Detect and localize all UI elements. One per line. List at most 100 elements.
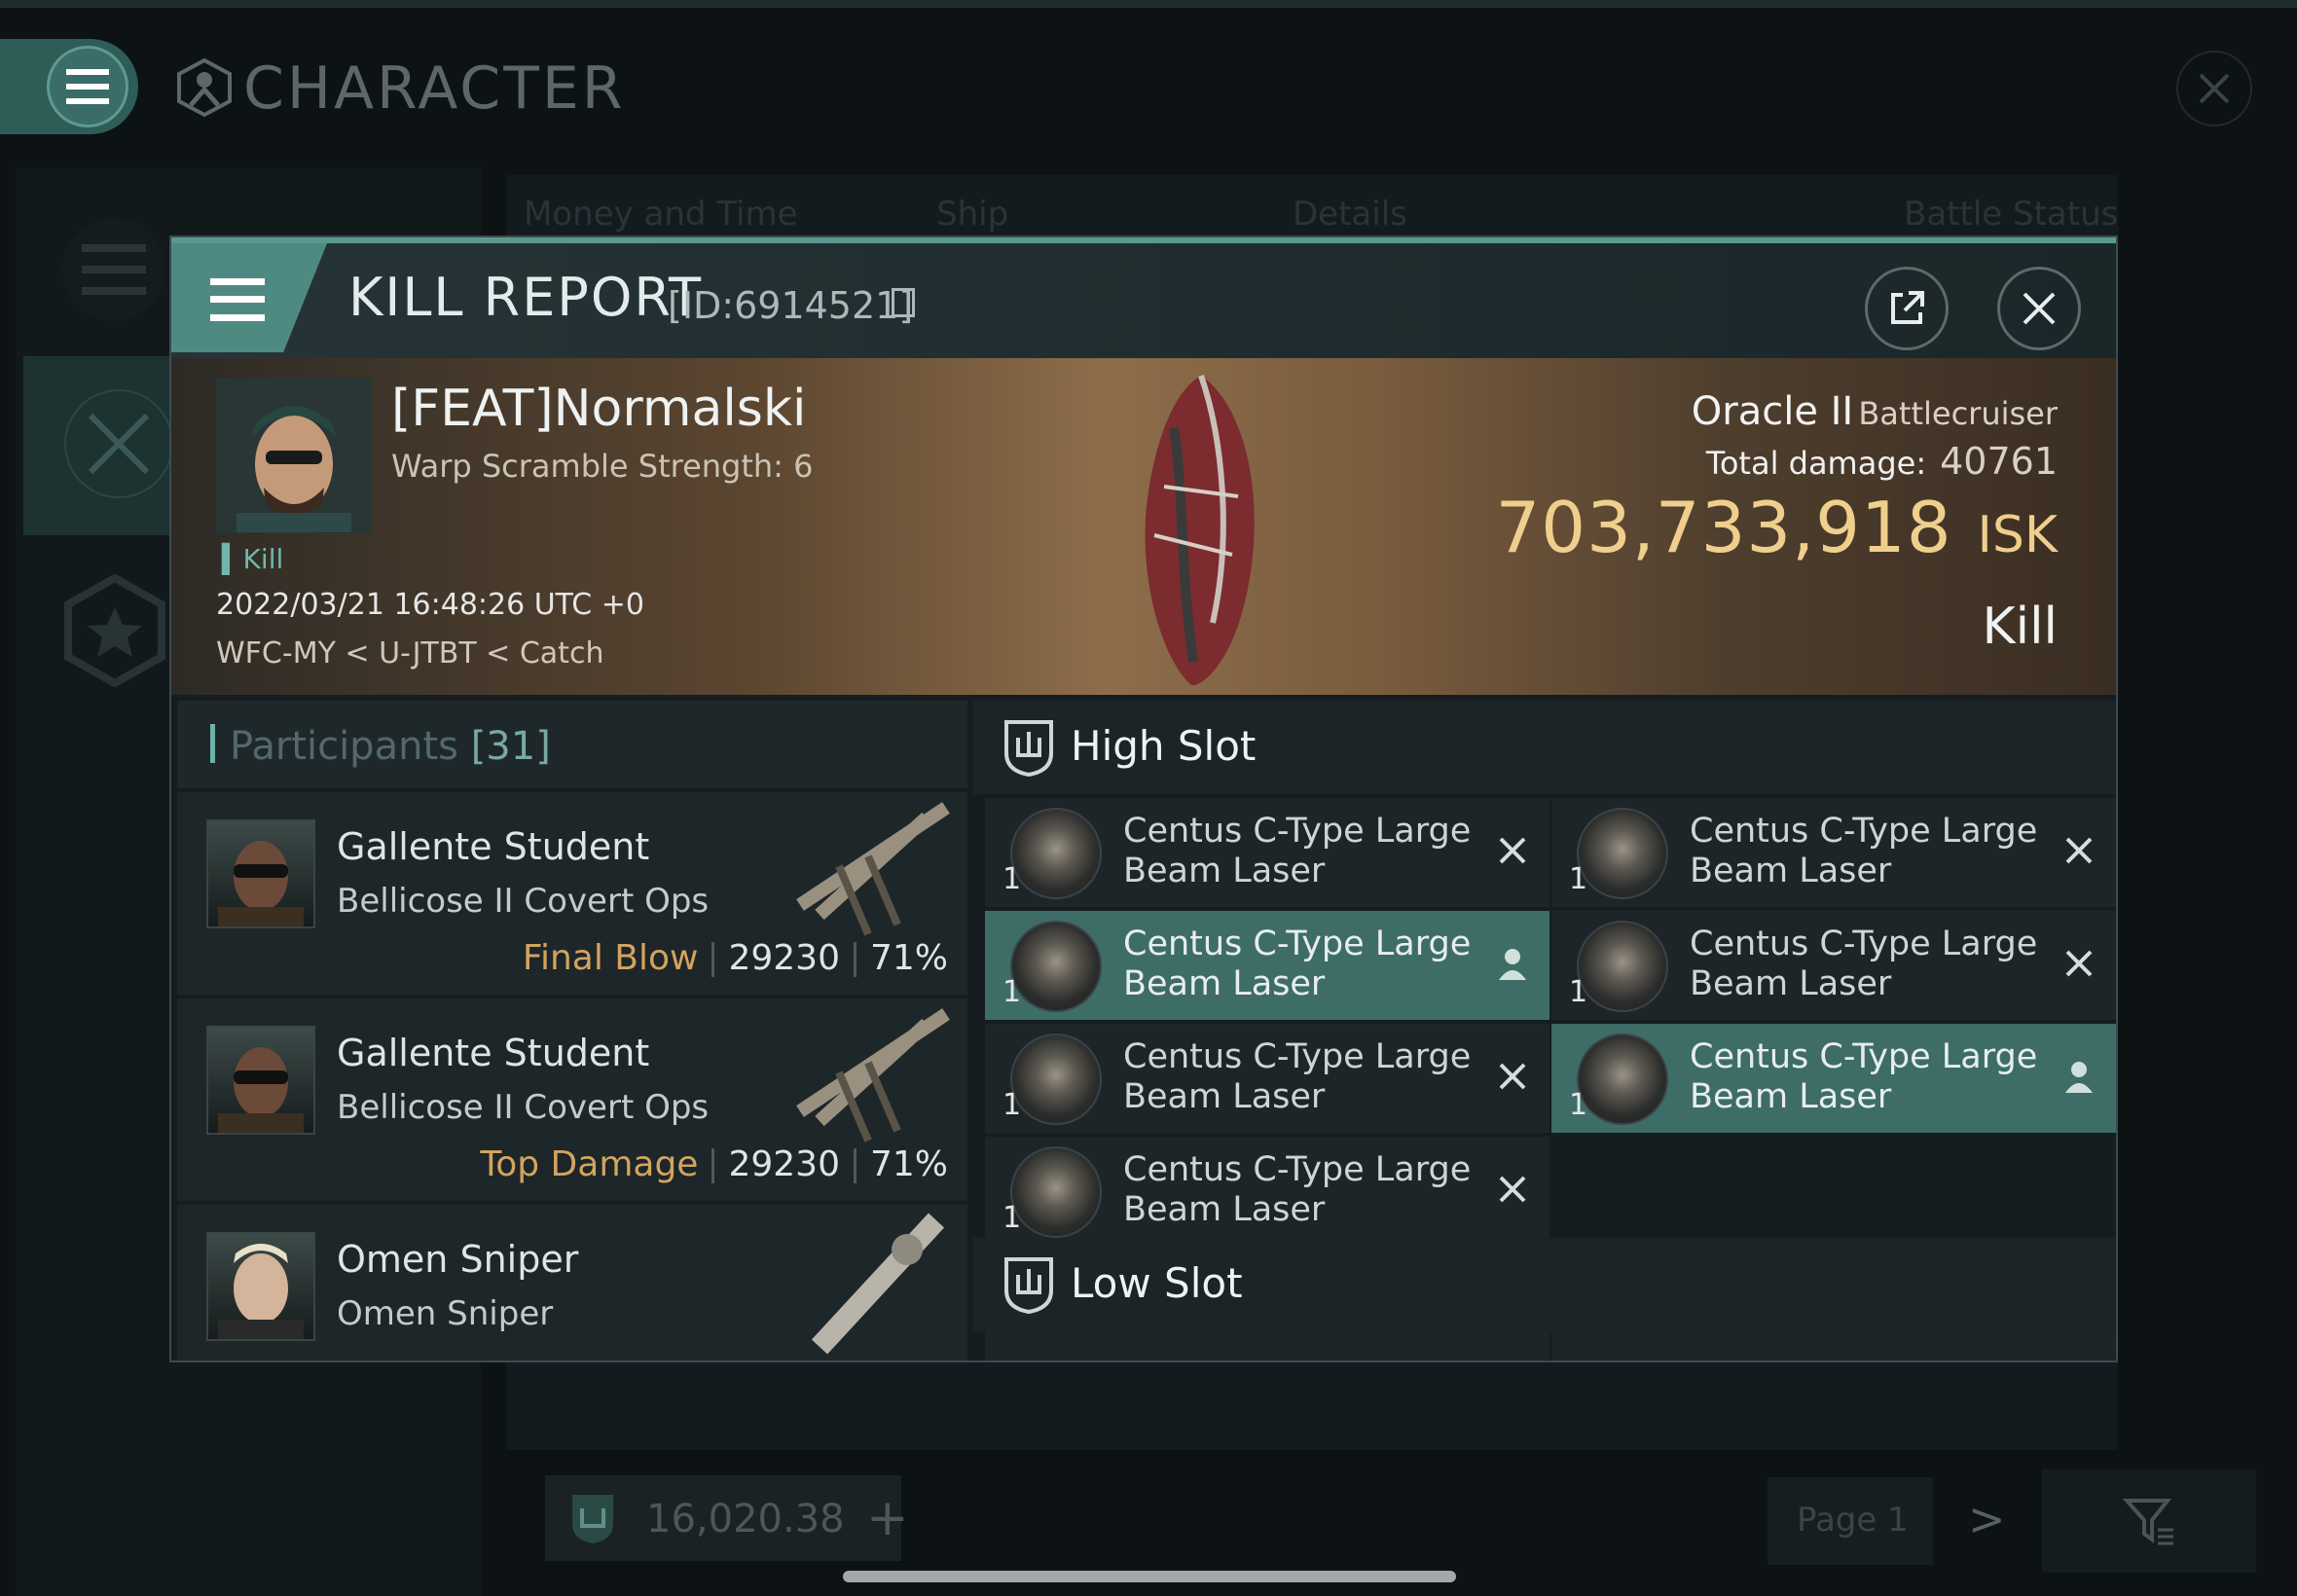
module-name: Centus C-Type Large Beam Laser: [1690, 1037, 2038, 1116]
destroyed-icon: [1491, 1168, 1534, 1211]
participant-stats: Top Damage 29230 71%: [480, 1144, 948, 1184]
warp-scramble-strength: Warp Scramble Strength: 6: [391, 448, 814, 485]
column-header-money: Money and Time: [524, 195, 798, 234]
hamburger-icon: [210, 278, 265, 321]
hamburger-icon: [66, 69, 109, 104]
wallet-balance: 16,020.38: [646, 1497, 845, 1542]
module-item[interactable]: 1 Centus C-Type Large Beam Laser: [1551, 1024, 2116, 1133]
nav-menu-button[interactable]: [62, 218, 165, 321]
kill-timestamp: 2022/03/21 16:48:26 UTC +0: [216, 588, 644, 622]
kill-result: Kill: [1982, 598, 2058, 656]
modal-title: KILL REPORT: [348, 267, 703, 328]
participant-avatar: [206, 1232, 315, 1341]
low-slot-icon: [1004, 1257, 1053, 1314]
kill-location: WFC-MY < U-JTBT < Catch: [216, 636, 604, 671]
kill-report-modal: KILL REPORT [ID:6914521] [FEAT]Normalski…: [169, 236, 2118, 1362]
character-icon: [177, 57, 232, 118]
wallet-icon: [572, 1495, 613, 1543]
module-item[interactable]: 1 Centus C-Type Large Beam Laser: [985, 1024, 1550, 1133]
module-name: Centus C-Type Large Beam Laser: [1123, 1150, 1472, 1229]
low-slot-title: Low Slot: [1071, 1259, 1243, 1307]
destroyed-icon: [1491, 1055, 1534, 1098]
isk-value: 703,733,918 ISK: [1495, 487, 2058, 568]
next-page-button[interactable]: >: [1968, 1493, 2006, 1545]
page-title: CHARACTER: [243, 54, 626, 123]
star-badge-icon[interactable]: [58, 574, 171, 687]
destroyed-icon: [2058, 942, 2100, 985]
module-quantity: 1: [1569, 862, 1588, 896]
nav-item-kills[interactable]: [64, 389, 173, 498]
share-button[interactable]: [1865, 267, 1949, 350]
low-slot-header: Low Slot: [973, 1238, 2116, 1331]
participant-stats: Final Blow 29230 71%: [522, 938, 948, 978]
copy-icon[interactable]: [892, 288, 915, 317]
participant-ship-icon: [796, 1008, 950, 1143]
module-item[interactable]: 1 Centus C-Type Large Beam Laser: [985, 1137, 1550, 1246]
module-item[interactable]: 1 Centus C-Type Large Beam Laser: [985, 798, 1550, 907]
module-item-partial[interactable]: [1551, 1331, 2116, 1360]
column-header-ship: Ship: [936, 195, 1009, 234]
participant-name: Omen Sniper: [337, 1238, 579, 1281]
module-icon: [1577, 921, 1668, 1012]
module-name: Centus C-Type Large Beam Laser: [1690, 925, 2038, 1003]
external-link-icon: [1891, 291, 1924, 324]
column-header-details: Details: [1293, 195, 1407, 234]
module-quantity: 1: [1569, 975, 1588, 1009]
total-damage: Total damage: 40761: [1705, 440, 2058, 483]
module-name: Centus C-Type Large Beam Laser: [1690, 812, 2038, 890]
module-quantity: 1: [1003, 1088, 1022, 1122]
high-slot-icon: [1004, 720, 1053, 777]
module-quantity: 1: [1003, 862, 1022, 896]
module-quantity: 1: [1569, 1088, 1588, 1122]
participant-ship-icon: [796, 802, 950, 936]
filter-icon: [2123, 1499, 2173, 1545]
close-icon: [2023, 292, 2056, 325]
modal-close-button[interactable]: [1997, 267, 2081, 350]
participants-title: Participants [31]: [230, 724, 551, 769]
list-icon: [82, 244, 146, 295]
participant-ship: Bellicose II Covert Ops: [337, 1088, 710, 1127]
column-header-battle-status: Battle Status: [1904, 195, 2119, 234]
crossed-swords-icon: [88, 413, 150, 475]
page-scrollbar[interactable]: [843, 1571, 1456, 1582]
pilot-avatar: [217, 379, 371, 532]
dropped-person-icon: [1491, 942, 1534, 985]
module-item[interactable]: 1 Centus C-Type Large Beam Laser: [1551, 798, 2116, 907]
high-slot-title: High Slot: [1071, 722, 1257, 770]
kill-type-tag: ▍Kill: [222, 543, 284, 575]
participant-row[interactable]: Omen Sniper Omen Sniper: [177, 1205, 967, 1360]
participant-name: Gallente Student: [337, 1032, 650, 1074]
module-name: Centus C-Type Large Beam Laser: [1123, 1037, 1472, 1116]
module-item[interactable]: 1 Centus C-Type Large Beam Laser: [1551, 911, 2116, 1020]
module-quantity: 1: [1003, 1201, 1022, 1235]
participant-row[interactable]: Gallente Student Bellicose II Covert Ops…: [177, 792, 967, 995]
participants-accent: [210, 724, 215, 763]
high-slot-header: High Slot: [973, 701, 2116, 794]
module-icon: [1010, 921, 1102, 1012]
page-indicator: Page 1: [1797, 1501, 1909, 1540]
module-name: Centus C-Type Large Beam Laser: [1123, 812, 1472, 890]
participant-ship: Omen Sniper: [337, 1294, 554, 1333]
main-menu-button[interactable]: [47, 46, 128, 127]
add-isk-button[interactable]: +: [866, 1489, 909, 1547]
module-name: Centus C-Type Large Beam Laser: [1123, 925, 1472, 1003]
module-quantity: 1: [1003, 975, 1022, 1009]
participant-avatar: [206, 1026, 315, 1135]
module-icon: [1010, 1146, 1102, 1238]
module-icon: [1577, 808, 1668, 899]
victim-portrait[interactable]: [216, 378, 372, 533]
kill-id: [ID:6914521]: [668, 284, 914, 327]
participant-row[interactable]: Gallente Student Bellicose II Covert Ops…: [177, 998, 967, 1201]
participant-ship-icon: [811, 1213, 945, 1355]
filter-button[interactable]: [2042, 1469, 2256, 1573]
participant-avatar: [206, 819, 315, 928]
dropped-person-icon: [2058, 1055, 2100, 1098]
module-icon: [1577, 1034, 1668, 1125]
module-icon: [1010, 1034, 1102, 1125]
participant-ship: Bellicose II Covert Ops: [337, 882, 710, 921]
module-item-partial[interactable]: [985, 1331, 1550, 1360]
module-item[interactable]: 1 Centus C-Type Large Beam Laser: [985, 911, 1550, 1020]
module-icon: [1010, 808, 1102, 899]
close-icon: [2199, 73, 2230, 104]
background-close-button[interactable]: [2176, 51, 2252, 127]
